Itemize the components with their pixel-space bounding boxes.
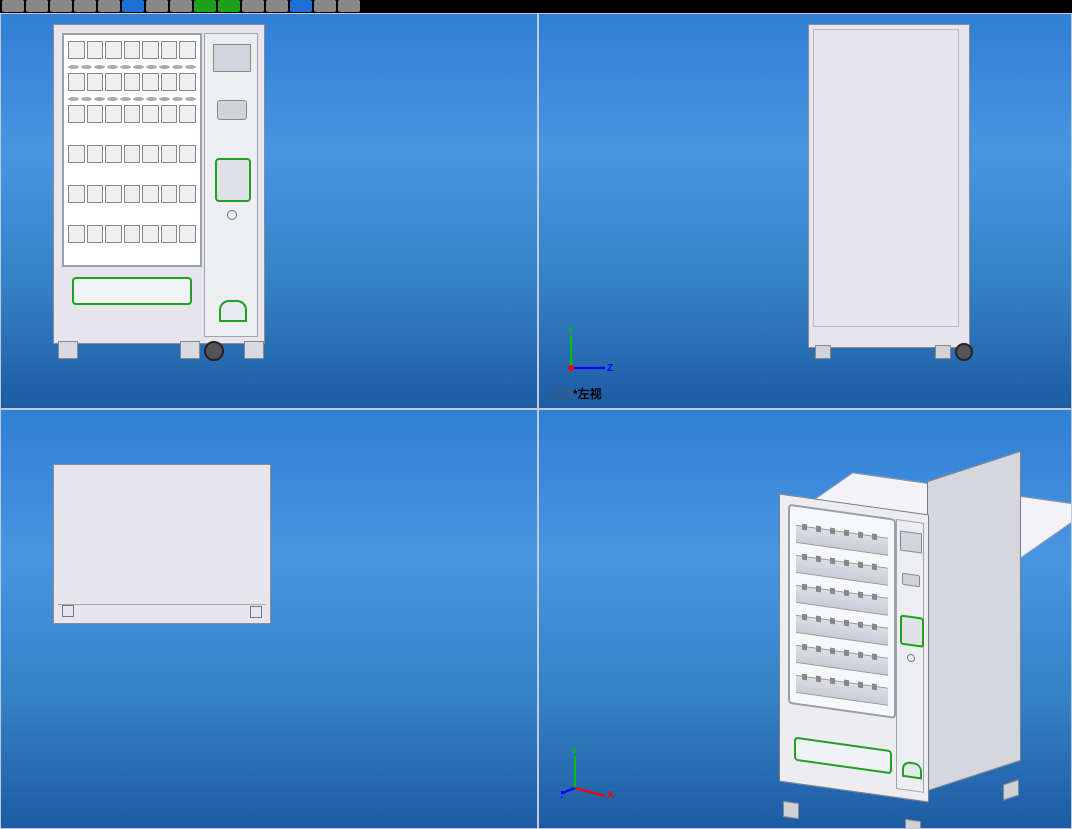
toolbar-btn-8[interactable] [170,0,192,12]
toolbar-btn-5[interactable] [98,0,120,12]
shelf-row-3 [68,105,196,123]
iso-shelf-2 [796,555,888,586]
axis-y-label: Y [571,746,578,757]
iso-display-screen [900,530,922,553]
axis-y-label: Y [567,326,574,337]
control-panel [204,33,258,337]
iso-foot-2 [905,819,921,829]
iso-face-side [927,451,1021,792]
iso-lock-icon [907,653,915,662]
product-window [62,33,202,267]
dispense-door [72,277,192,305]
push-door [219,300,247,322]
cad-toolbar [0,0,1072,14]
caster-wheel [204,341,224,361]
side-caster-wheel [955,343,973,361]
iso-shelf-1 [796,525,888,556]
viewport-grid: Y Z *左视 [0,13,1072,829]
foot-right [244,341,264,359]
viewport-front[interactable] [0,13,538,409]
iso-dispense-door [794,737,892,775]
foot-left [58,341,78,359]
iso-foot-1 [783,801,799,819]
toolbar-btn-1[interactable] [2,0,24,12]
model-side [808,24,970,348]
iso-push-door [902,761,922,780]
shelf-dots-2 [68,95,196,103]
toolbar-btn-9[interactable] [194,0,216,12]
toolbar-btn-2[interactable] [26,0,48,12]
shelf-row-4 [68,145,196,163]
toolbar-btn-15[interactable] [338,0,360,12]
coin-slot-icon [217,100,247,120]
display-screen [213,44,251,72]
toolbar-btn-14[interactable] [314,0,336,12]
view-label-left[interactable]: *左视 [553,385,604,402]
iso-shelf-3 [796,585,888,616]
iso-coin-slot [902,573,920,588]
iso-face-front [779,493,929,802]
iso-shelf-6 [796,675,888,706]
shelf-row-1 [68,41,196,59]
toolbar-btn-13[interactable] [290,0,312,12]
model-front [53,24,265,344]
axis-z-label: Z [607,363,613,374]
iso-bill-acceptor [900,614,924,647]
link-view-icon [555,389,569,399]
side-foot-back [935,345,951,359]
iso-control-panel [896,519,924,793]
orientation-triad-iso: Y X Z [561,742,617,798]
axis-x-label: X [607,790,614,798]
toolbar-btn-3[interactable] [50,0,72,12]
orientation-triad: Y Z [561,322,617,378]
lock-icon [227,210,237,220]
shelf-row-6 [68,225,196,243]
foot-mid [180,341,200,359]
viewport-isometric[interactable]: Y X Z [538,409,1072,829]
model-top [53,464,271,624]
shelf-dots-1 [68,63,196,71]
top-edge-tab [250,606,262,618]
toolbar-btn-6[interactable] [122,0,144,12]
toolbar-btn-7[interactable] [146,0,168,12]
shelf-row-2 [68,73,196,91]
toolbar-btn-12[interactable] [266,0,288,12]
toolbar-btn-10[interactable] [218,0,240,12]
iso-product-window [788,504,896,719]
viewport-left[interactable]: Y Z *左视 [538,13,1072,409]
axis-z-label: Z [561,790,563,798]
iso-foot-3 [1003,779,1019,800]
bill-acceptor [215,158,251,202]
model-isometric [765,430,1065,810]
iso-shelf-5 [796,645,888,676]
toolbar-btn-4[interactable] [74,0,96,12]
viewport-top[interactable] [0,409,538,829]
toolbar-btn-11[interactable] [242,0,264,12]
shelf-row-5 [68,185,196,203]
view-name: *左视 [573,385,602,402]
iso-shelf-4 [796,615,888,646]
side-foot-front [815,345,831,359]
